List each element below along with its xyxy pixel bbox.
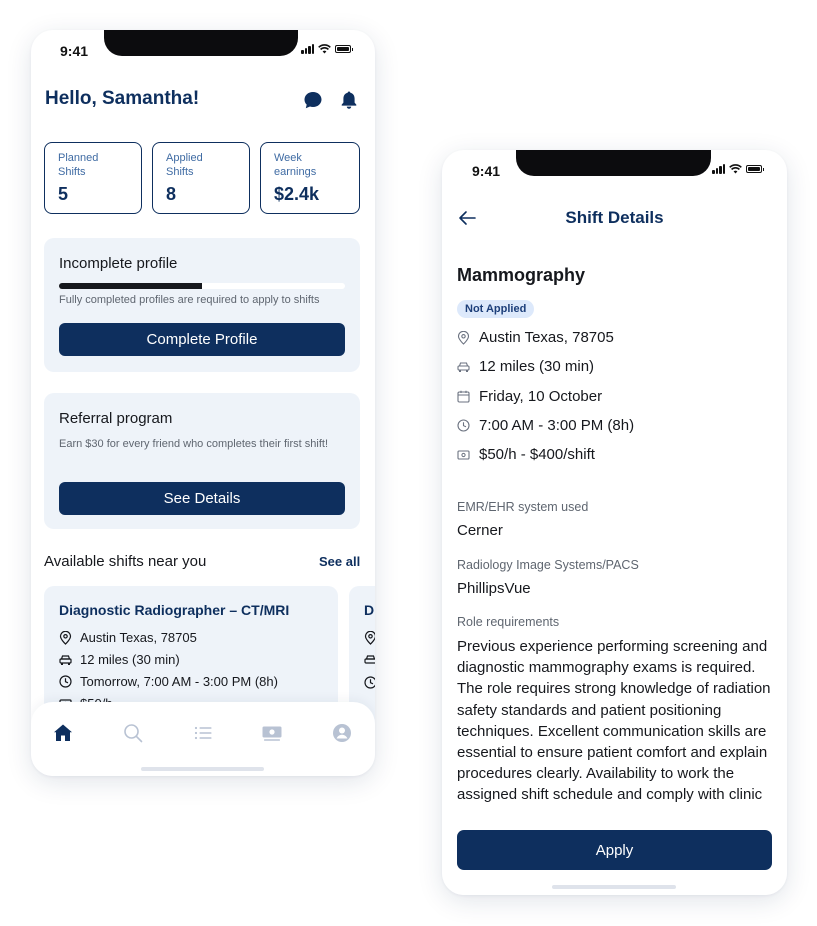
status-icons [712,164,764,174]
location-pin-icon [457,330,470,345]
signal-icon [301,44,314,54]
location-pin-icon [364,631,375,645]
card-title: Incomplete profile [59,255,178,272]
home-indicator [552,885,676,889]
status-icons [301,44,353,54]
emr-label: EMR/EHR system used [457,500,589,514]
list-icon[interactable] [192,722,214,744]
battery-icon [335,45,353,53]
detail-date-text: Friday, 10 October [479,388,603,405]
car-icon [364,655,375,664]
incomplete-profile-card: Incomplete profile Fully completed profi… [44,238,360,372]
car-icon [59,654,72,665]
detail-distance-text: 12 miles (30 min) [479,358,595,375]
profile-progress-fill [59,283,202,289]
status-time: 9:41 [472,163,501,179]
calendar-icon [457,390,470,403]
clock-icon [457,419,470,432]
shift-location: Austin Texas, 78705 [59,630,197,645]
apply-button[interactable]: Apply [457,830,772,870]
shift-title: Diagnostic Radiographer – CT/MRI [59,602,290,618]
stat-planned-shifts[interactable]: Planned Shifts 5 [44,142,142,214]
shift-distance-text: 12 miles (30 min) [80,652,180,667]
card-title: Referral program [59,410,173,427]
clock-icon [364,676,375,689]
stat-applied-shifts[interactable]: Applied Shifts 8 [152,142,250,214]
see-all-link[interactable]: See all [319,554,360,569]
battery-icon [746,165,764,173]
see-details-button[interactable]: See Details [59,482,345,515]
detail-location: Austin Texas, 78705 [457,329,614,346]
card-note: Fully completed profiles are required to… [59,294,320,306]
stat-value: 8 [166,184,177,204]
detail-pay: $50/h - $400/shift [457,446,595,463]
shift-time-text: Tomorrow, 7:00 AM - 3:00 PM (8h) [80,674,278,689]
header-title: Shift Details [565,208,664,227]
bottom-tab-bar [31,702,375,776]
notch [516,150,711,176]
available-shifts-title: Available shifts near you [44,553,207,570]
pacs-label: Radiology Image Systems/PACS [457,558,639,572]
requirements-text: Previous experience performing screening… [457,638,771,804]
shift-location-text: Austin Texas, 78705 [80,630,197,645]
greeting: Hello, Samantha! [45,88,200,109]
stat-label: Applied Shifts [166,152,203,178]
apply-bar: Apply [442,822,787,895]
wifi-icon [729,164,742,174]
requirements-label: Role requirements [457,615,560,629]
stat-label: Week earnings [274,152,317,178]
detail-distance: 12 miles (30 min) [457,358,594,375]
profile-icon[interactable] [331,722,353,744]
shift-title: D [364,602,375,618]
detail-date: Friday, 10 October [457,388,602,405]
wifi-icon [318,44,331,54]
chat-bubble-icon[interactable] [303,90,323,110]
status-badge: Not Applied [457,300,535,318]
home-indicator [141,767,264,771]
shift-time: Tomorrow, 7:00 AM - 3:00 PM (8h) [59,674,278,689]
cash-icon [457,449,470,460]
signal-icon [712,164,725,174]
emr-value: Cerner [457,522,503,539]
money-icon[interactable] [261,722,283,744]
referral-program-card: Referral program Earn $30 for every frie… [44,393,360,529]
detail-location-text: Austin Texas, 78705 [479,329,614,346]
pacs-value: PhillipsVue [457,580,531,597]
stat-label: Planned Shifts [58,152,99,178]
home-screen: 9:41 Hello, Samantha! Planned Shifts 5 A… [31,30,375,776]
shift-distance: 12 miles (30 min) [59,652,180,667]
home-icon[interactable] [52,722,74,744]
detail-time-text: 7:00 AM - 3:00 PM (8h) [479,417,635,434]
shift-details-screen: 9:41 Shift Details Mammography Not Appli… [442,150,787,895]
profile-progress-bar [59,283,345,289]
stat-value: 5 [58,184,69,204]
location-pin-icon [59,630,72,645]
shift-title: Mammography [457,265,586,285]
stat-week-earnings[interactable]: Week earnings $2.4k [260,142,360,214]
card-note: Earn $30 for every friend who completes … [59,438,329,450]
bell-icon[interactable] [339,90,359,110]
notch [104,30,298,56]
detail-time: 7:00 AM - 3:00 PM (8h) [457,417,634,434]
clock-icon [59,675,72,688]
search-icon[interactable] [122,722,144,744]
stat-value: $2.4k [274,184,320,204]
car-icon [457,361,470,372]
complete-profile-button[interactable]: Complete Profile [59,323,345,356]
detail-pay-text: $50/h - $400/shift [479,446,595,463]
status-time: 9:41 [60,43,89,59]
